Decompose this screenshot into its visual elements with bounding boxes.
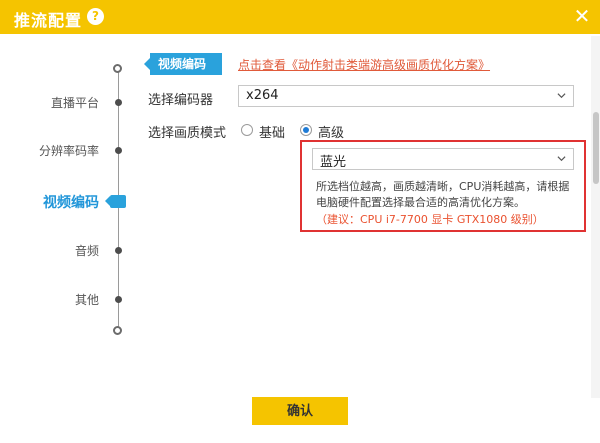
scrollbar-thumb[interactable] <box>593 112 599 184</box>
timeline-active-marker <box>105 195 126 208</box>
timeline-dot-other <box>115 296 122 303</box>
chevron-down-icon <box>557 156 566 162</box>
timeline-dot-resolution <box>115 147 122 154</box>
help-icon[interactable]: ? <box>87 8 104 25</box>
quality-mode-advanced-label[interactable]: 高级 <box>318 122 344 141</box>
quality-mode-advanced-radio[interactable] <box>300 124 312 136</box>
section-title: 视频编码 <box>144 53 222 75</box>
title-bar: 推流配置 ? ✕ <box>0 0 600 34</box>
encoder-value: x264 <box>246 88 279 103</box>
optimization-guide-link[interactable]: 点击查看《动作射击类端游高级画质优化方案》 <box>238 56 490 73</box>
timeline-start-ring <box>113 64 122 73</box>
sidebar-item-platform[interactable]: 直播平台 <box>9 94 99 111</box>
timeline-dot-platform <box>115 99 122 106</box>
encoder-label: 选择编码器 <box>148 93 214 108</box>
hardware-suggestion: （建议：CPU i7-7700 显卡 GTX1080 级别） <box>316 213 544 226</box>
quality-mode-label: 选择画质模式 <box>148 126 227 141</box>
window-title: 推流配置 <box>14 11 83 30</box>
quality-level-value: 蓝光 <box>320 155 347 170</box>
confirm-button[interactable]: 确认 <box>252 397 348 425</box>
sidebar-item-other[interactable]: 其他 <box>9 291 99 308</box>
chevron-down-icon <box>557 93 566 99</box>
sidebar-item-video-encoding[interactable]: 视频编码 <box>9 192 99 212</box>
quality-mode-basic-radio[interactable] <box>241 124 253 136</box>
quality-mode-basic-label[interactable]: 基础 <box>259 122 285 141</box>
scrollbar-track[interactable] <box>591 36 600 398</box>
sidebar-item-audio[interactable]: 音频 <box>9 242 99 259</box>
encoder-select[interactable]: x264 <box>238 85 574 107</box>
close-icon[interactable]: ✕ <box>572 6 592 26</box>
quality-level-select[interactable]: 蓝光 <box>312 148 574 170</box>
timeline-end-ring <box>113 326 122 335</box>
timeline-dot-audio <box>115 247 122 254</box>
quality-description: 所选档位越高，画质越清晰，CPU消耗越高，请根据电脑硬件配置选择最合适的高清优化… <box>316 180 570 209</box>
sidebar-item-resolution[interactable]: 分辨率码率 <box>9 142 99 159</box>
